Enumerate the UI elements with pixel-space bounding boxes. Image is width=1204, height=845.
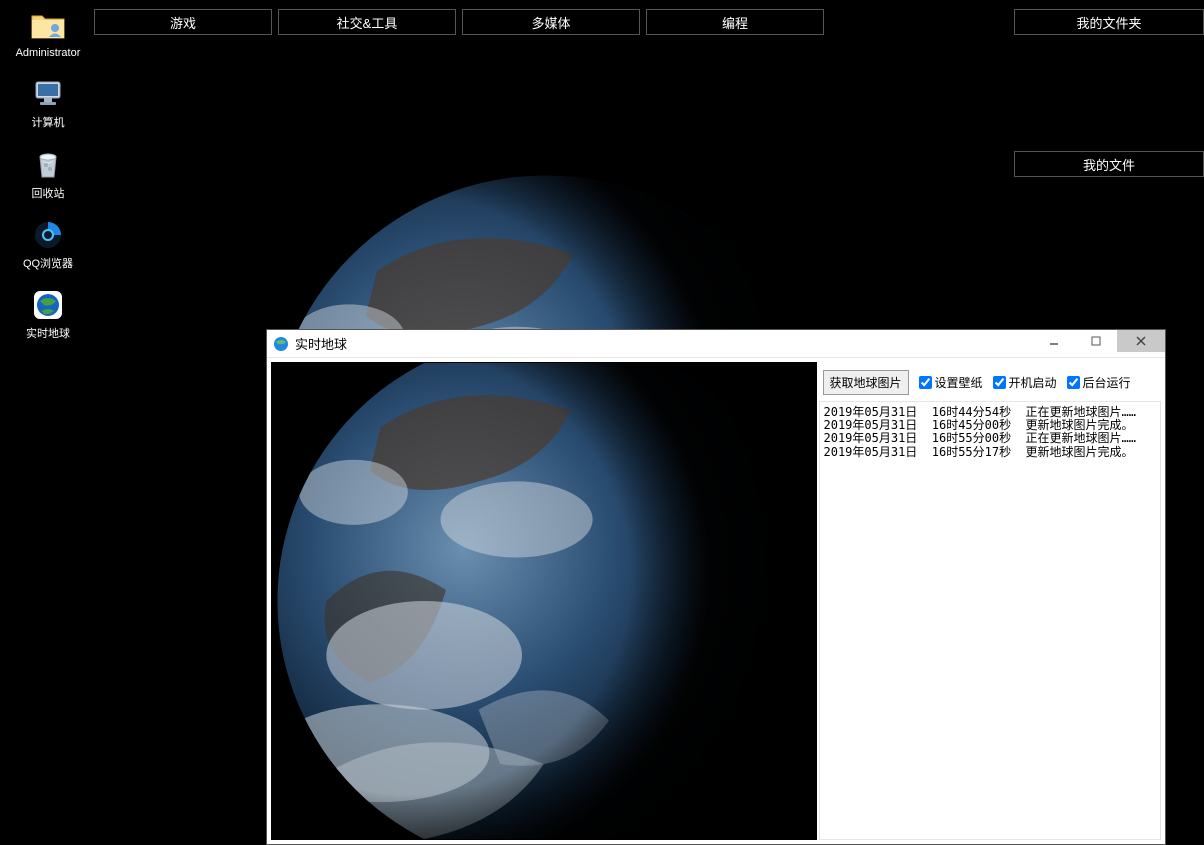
desktop-icon-recycle-bin[interactable]: 回收站: [14, 147, 82, 201]
checkbox-label: 设置壁纸: [935, 374, 983, 391]
log-textarea[interactable]: 2019年05月31日 16时44分54秒 正在更新地球图片…… 2019年05…: [819, 401, 1162, 840]
window-titlebar[interactable]: 实时地球: [267, 330, 1165, 358]
fence-right-second: 我的文件: [1014, 151, 1204, 177]
log-line: 2019年05月31日 16时55分00秒 正在更新地球图片……: [824, 432, 1137, 445]
fence-right-top: 我的文件夹: [1014, 9, 1204, 35]
fence-programming[interactable]: 编程: [646, 9, 824, 35]
fence-my-files[interactable]: 我的文件: [1014, 151, 1204, 177]
recycle-bin-icon: [30, 147, 66, 183]
checkbox-label: 后台运行: [1083, 374, 1131, 391]
computer-icon: [30, 76, 66, 112]
app-icon: [273, 336, 289, 352]
qq-browser-icon: [30, 217, 66, 253]
desktop-icon-label: 计算机: [12, 116, 84, 130]
fence-top-row: 游戏 社交&工具 多媒体 编程: [94, 9, 824, 35]
desktop-icon-label: Administrator: [12, 46, 84, 60]
close-button[interactable]: [1117, 330, 1165, 352]
fence-games[interactable]: 游戏: [94, 9, 272, 35]
folder-user-icon: [30, 6, 66, 42]
desktop-icons-column: Administrator 计算机 回收站: [14, 6, 82, 357]
checkbox-autostart[interactable]: 开机启动: [993, 374, 1057, 391]
app-body: 获取地球图片 设置壁纸 开机启动 后台运行 2019年05月31日 16时44分…: [267, 358, 1165, 844]
desktop-icon-administrator[interactable]: Administrator: [14, 6, 82, 60]
checkbox-background[interactable]: 后台运行: [1067, 374, 1131, 391]
desktop-icon-label: 回收站: [12, 187, 84, 201]
maximize-button[interactable]: [1075, 330, 1117, 352]
desktop-icon-computer[interactable]: 计算机: [14, 76, 82, 130]
checkbox-set-wallpaper[interactable]: 设置壁纸: [919, 374, 983, 391]
checkbox-label: 开机启动: [1009, 374, 1057, 391]
realtime-earth-window: 实时地球 获取地球图片 设置壁纸: [266, 329, 1166, 845]
desktop-icon-qq-browser[interactable]: QQ浏览器: [14, 217, 82, 271]
desktop-icon-label: 实时地球: [12, 327, 84, 341]
earth-app-icon: [30, 287, 66, 323]
earth-preview-pane: [271, 362, 817, 840]
fetch-earth-button[interactable]: 获取地球图片: [823, 370, 909, 395]
checkbox-set-wallpaper-input[interactable]: [919, 376, 932, 389]
window-title: 实时地球: [295, 334, 347, 353]
desktop-icon-label: QQ浏览器: [12, 257, 84, 271]
fence-multimedia[interactable]: 多媒体: [462, 9, 640, 35]
window-controls: [1033, 330, 1165, 357]
log-line: 2019年05月31日 16时55分17秒 更新地球图片完成。: [824, 446, 1137, 459]
controls-row: 获取地球图片 设置壁纸 开机启动 后台运行: [819, 362, 1162, 397]
controls-pane: 获取地球图片 设置壁纸 开机启动 后台运行 2019年05月31日 16时44分…: [819, 362, 1162, 840]
fence-social-tools[interactable]: 社交&工具: [278, 9, 456, 35]
fence-my-folders[interactable]: 我的文件夹: [1014, 9, 1204, 35]
checkbox-background-input[interactable]: [1067, 376, 1080, 389]
checkbox-autostart-input[interactable]: [993, 376, 1006, 389]
minimize-button[interactable]: [1033, 330, 1075, 352]
desktop-icon-realtime-earth[interactable]: 实时地球: [14, 287, 82, 341]
